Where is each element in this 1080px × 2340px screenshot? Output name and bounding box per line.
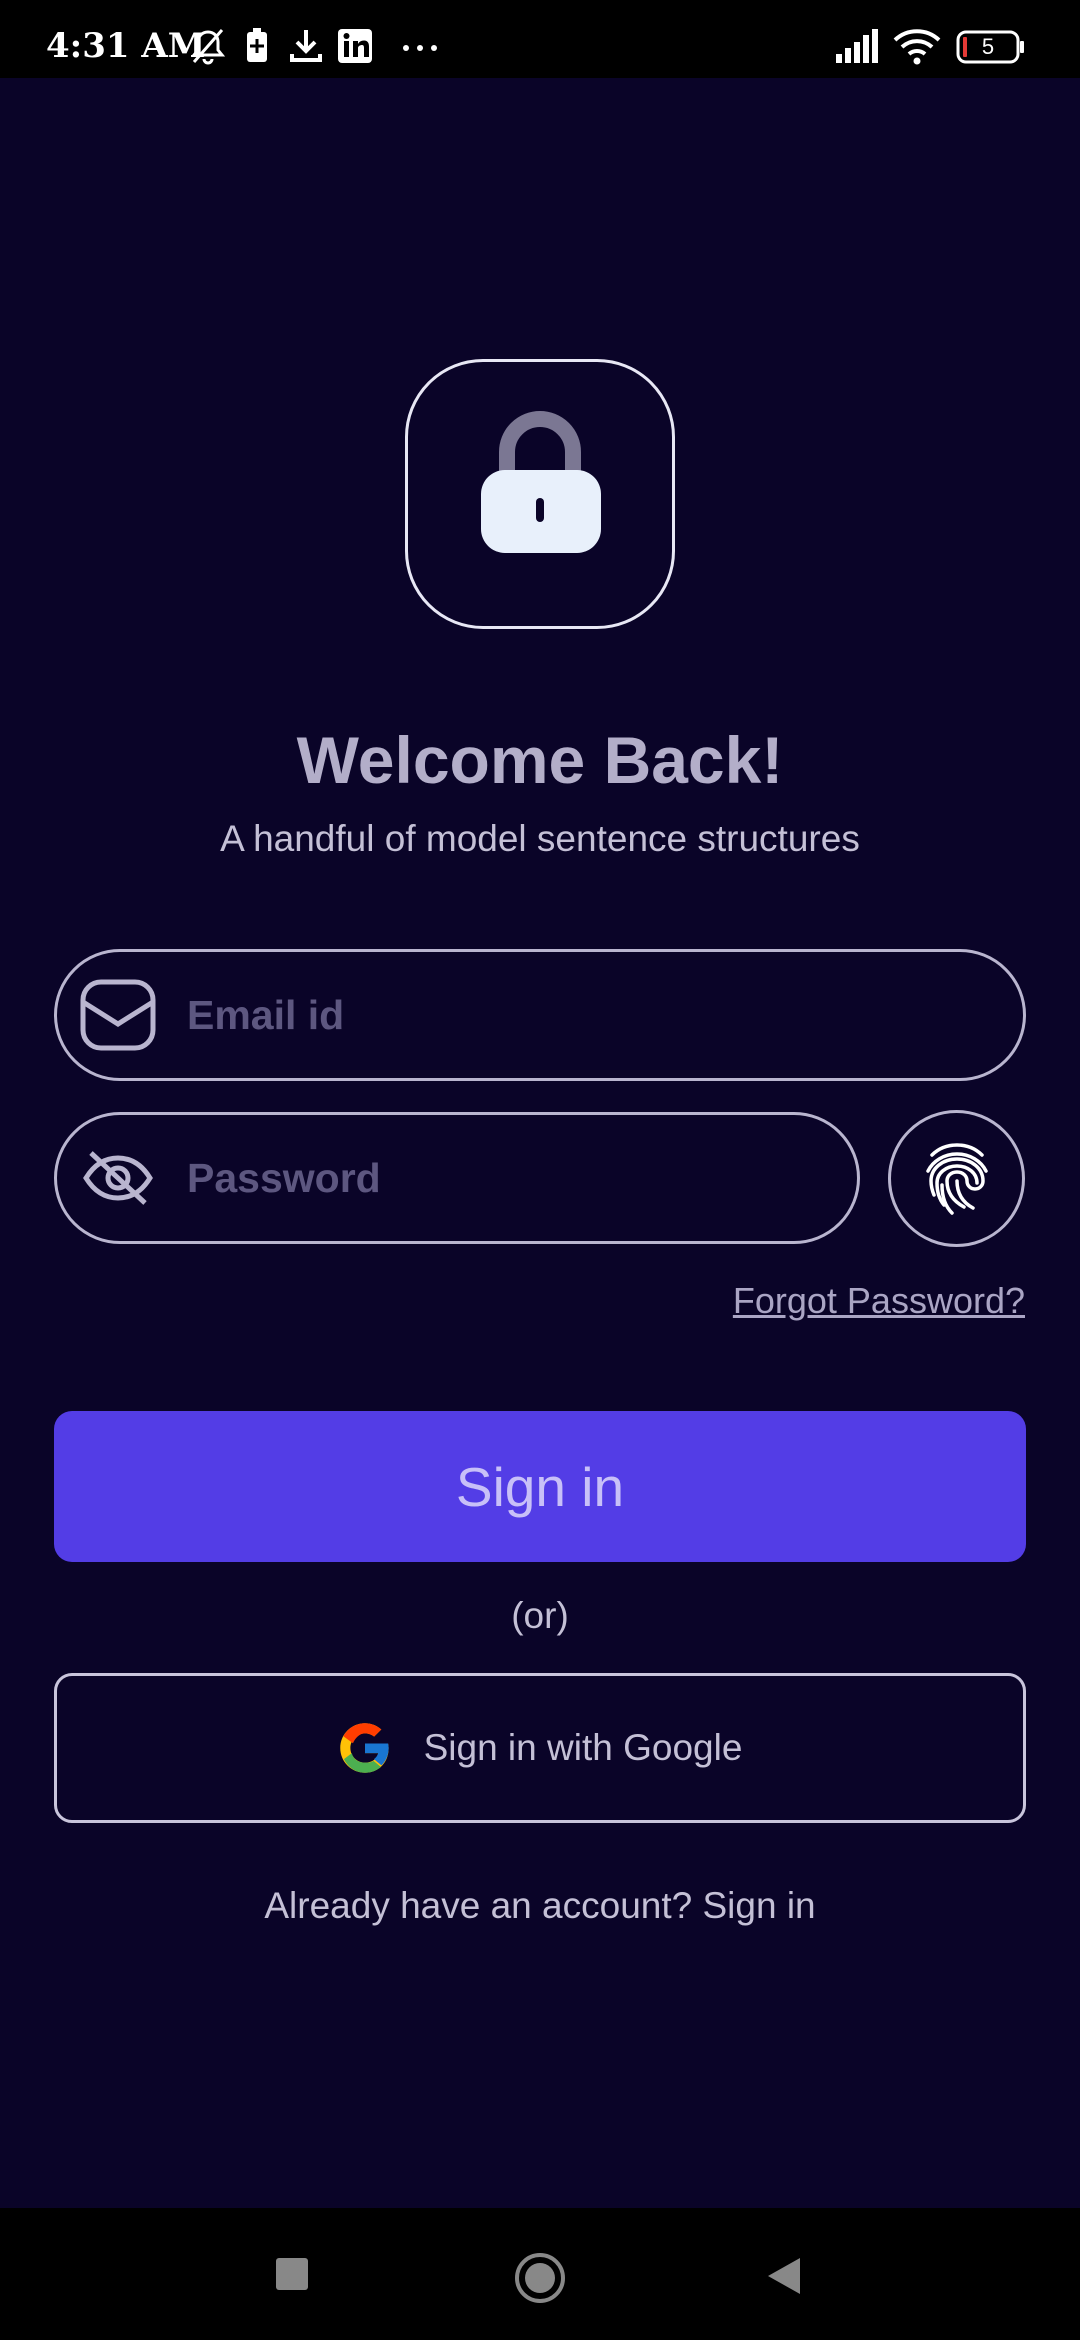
fingerprint-icon xyxy=(925,1142,988,1215)
status-time: 4:31 AM xyxy=(46,26,206,66)
password-field[interactable] xyxy=(54,1112,860,1244)
bell-off-icon xyxy=(190,29,226,65)
recents-square-icon[interactable] xyxy=(274,2256,310,2292)
page-title: Welcome Back! xyxy=(296,723,784,797)
home-circle-icon[interactable] xyxy=(514,2252,566,2304)
app-logo xyxy=(405,359,675,629)
fingerprint-button[interactable] xyxy=(888,1110,1025,1247)
navigation-bar xyxy=(0,2208,1080,2340)
sign-in-label: Sign in xyxy=(455,1455,625,1518)
wifi-icon xyxy=(893,29,941,65)
page-subtitle: A handful of model sentence structures xyxy=(220,818,860,859)
already-have-account-link[interactable]: Already have an account? Sign in xyxy=(0,1885,1080,1927)
battery-level: 5 xyxy=(981,34,995,59)
or-divider: (or) xyxy=(511,1595,569,1636)
mail-icon xyxy=(80,979,156,1051)
google-sign-in-button[interactable]: Sign in with Google xyxy=(54,1673,1026,1823)
google-logo-icon xyxy=(339,1723,389,1773)
download-icon xyxy=(290,30,322,62)
signal-icon xyxy=(836,29,878,63)
battery-icon: 5 xyxy=(956,30,1026,64)
more-dots-icon xyxy=(403,45,437,51)
lock-icon xyxy=(481,411,601,553)
status-bar: 4:31 AM 5 xyxy=(0,0,1080,78)
linkedin-icon xyxy=(338,29,372,63)
email-input[interactable] xyxy=(187,952,787,1078)
eye-off-icon[interactable] xyxy=(79,1141,157,1215)
sign-in-button[interactable]: Sign in xyxy=(54,1411,1026,1562)
battery-saver-icon xyxy=(247,28,267,62)
email-field[interactable] xyxy=(54,949,1026,1081)
password-input[interactable] xyxy=(187,1115,787,1241)
google-sign-in-label: Sign in with Google xyxy=(423,1727,743,1768)
back-triangle-icon[interactable] xyxy=(766,2256,802,2296)
forgot-password-link[interactable]: Forgot Password? xyxy=(733,1280,1025,1322)
